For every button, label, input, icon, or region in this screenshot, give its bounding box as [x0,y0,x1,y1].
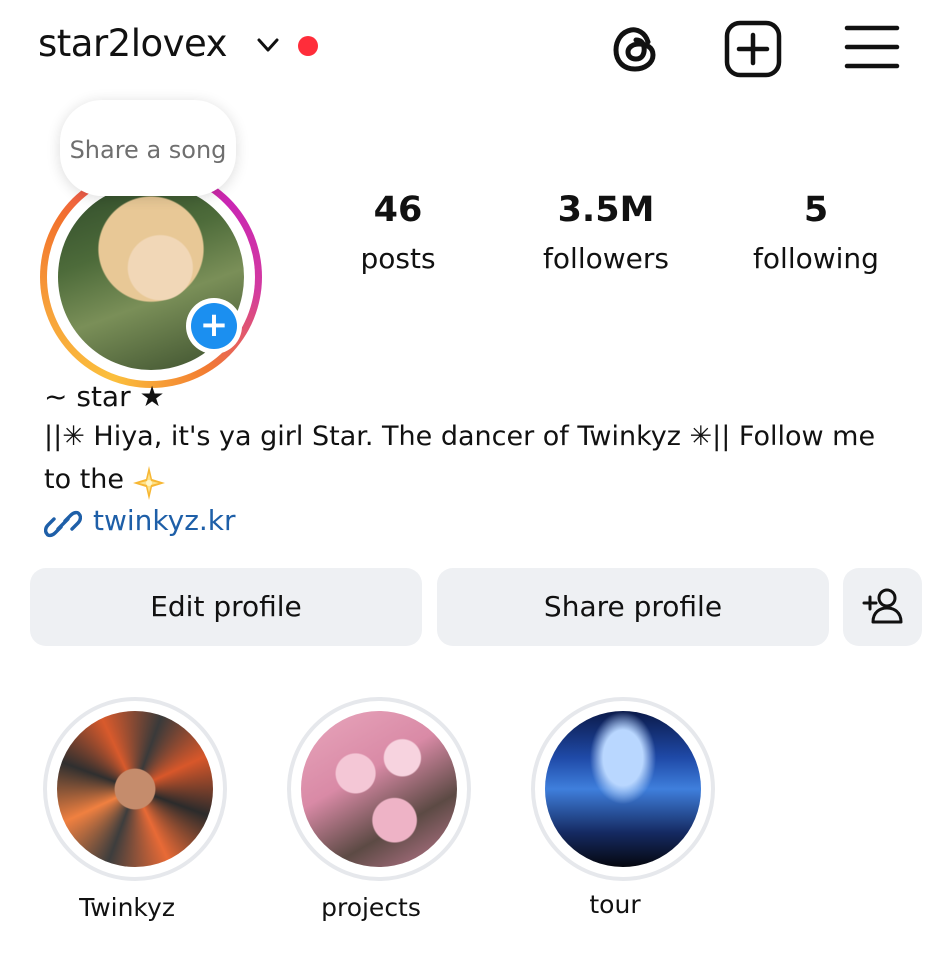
threads-icon[interactable] [607,20,665,78]
bio-text-line-2: to the [44,464,124,495]
following-count[interactable]: 5 [746,190,886,230]
edit-profile-button[interactable]: Edit profile [30,568,422,646]
share-profile-button[interactable]: Share profile [437,568,829,646]
profile-link[interactable]: twinkyz.kr [93,504,236,537]
highlight-label[interactable]: tour [515,890,715,919]
link-icon [44,510,82,538]
following-label[interactable]: following [736,242,896,275]
followers-label[interactable]: followers [526,242,686,275]
notification-dot [298,36,318,56]
add-person-icon [862,588,903,624]
bio-text-line-1: ||✳ Hiya, it's ya girl Star. The dancer … [44,421,876,452]
username-title[interactable]: star2lovex [38,22,228,65]
share-song-label: Share a song [69,136,227,164]
add-story-icon[interactable]: + [191,303,237,349]
posts-count[interactable]: 46 [338,190,458,230]
menu-icon[interactable] [843,22,901,72]
highlight-cover[interactable] [545,711,701,867]
highlight-label[interactable]: projects [271,893,471,922]
sparkle-emoji-icon [133,466,165,500]
followers-count[interactable]: 3.5M [536,190,676,230]
highlight-label[interactable]: Twinkyz [27,893,227,922]
highlight-cover[interactable] [301,711,457,867]
display-name: ~ star ★ [44,380,165,413]
chevron-down-icon[interactable] [255,34,281,56]
new-post-icon[interactable] [723,20,783,78]
highlight-cover[interactable] [57,711,213,867]
discover-people-button[interactable] [843,568,922,646]
posts-label[interactable]: posts [328,242,468,275]
